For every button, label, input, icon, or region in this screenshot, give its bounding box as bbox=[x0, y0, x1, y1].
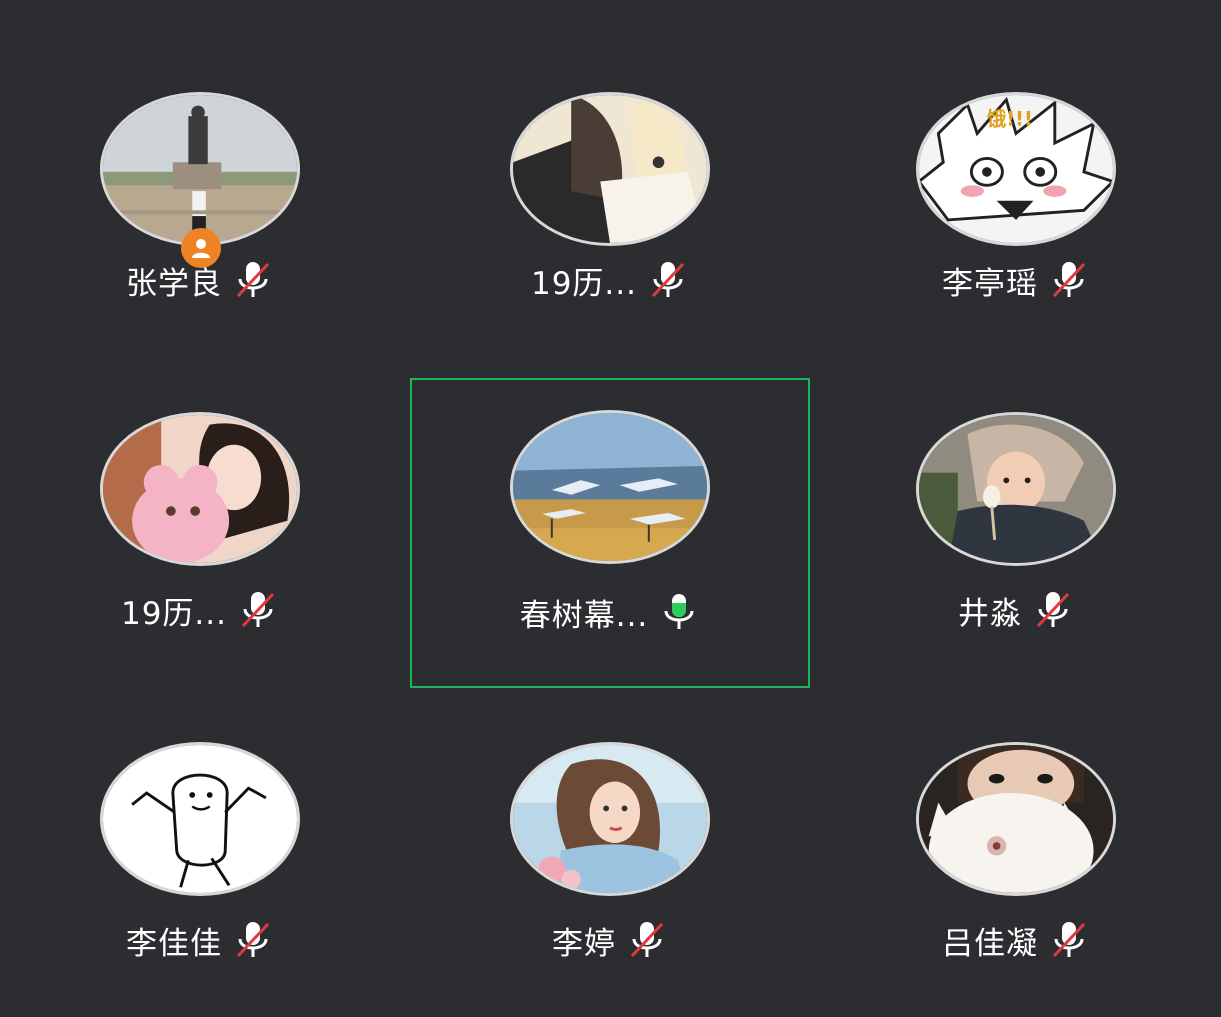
mic-muted-icon[interactable] bbox=[1048, 259, 1090, 301]
participant-label: 张学良 bbox=[0, 258, 400, 302]
participant-tile[interactable]: 张学良 bbox=[0, 60, 400, 370]
participant-name: 吕佳凝 bbox=[942, 925, 1038, 962]
avatar[interactable] bbox=[100, 742, 300, 896]
participant-label: 井淼 bbox=[816, 588, 1216, 632]
mic-muted-icon[interactable] bbox=[237, 589, 279, 631]
participant-label: 19历... bbox=[0, 588, 400, 632]
participant-label: 19历... bbox=[410, 258, 810, 302]
mic-muted-icon[interactable] bbox=[647, 259, 689, 301]
participant-tile[interactable]: 19历... bbox=[410, 60, 810, 370]
participant-name: 张学良 bbox=[126, 265, 222, 302]
participant-tile[interactable]: 李佳佳 bbox=[0, 710, 400, 1017]
participant-tile[interactable]: 饿!!! 李亭瑶 bbox=[816, 60, 1216, 370]
participant-name: 19历... bbox=[120, 595, 227, 632]
participant-tile[interactable]: 李婷 bbox=[410, 710, 810, 1017]
participant-name: 李佳佳 bbox=[126, 925, 222, 962]
avatar[interactable] bbox=[916, 742, 1116, 896]
mic-muted-icon[interactable] bbox=[232, 919, 274, 961]
participant-label: 李佳佳 bbox=[0, 918, 400, 962]
participant-tile[interactable]: 19历... bbox=[0, 380, 400, 690]
mic-muted-icon[interactable] bbox=[626, 919, 668, 961]
avatar[interactable] bbox=[100, 92, 300, 246]
avatar[interactable] bbox=[510, 92, 710, 246]
participant-name: 春树幕... bbox=[519, 597, 649, 634]
participant-tile[interactable]: 吕佳凝 bbox=[816, 710, 1216, 1017]
avatar[interactable] bbox=[510, 742, 710, 896]
avatar[interactable]: 饿!!! bbox=[916, 92, 1116, 246]
avatar[interactable] bbox=[510, 410, 710, 564]
participant-label: 李婷 bbox=[410, 918, 810, 962]
avatar[interactable] bbox=[100, 412, 300, 566]
participant-grid: 张学良 19历... 饿!!! 李亭瑶 19历... 春树幕... 井淼 李佳佳… bbox=[0, 0, 1221, 1017]
mic-speaking-icon[interactable] bbox=[658, 591, 700, 633]
participant-tile[interactable]: 井淼 bbox=[816, 380, 1216, 690]
participant-label: 春树幕... bbox=[412, 590, 808, 634]
participant-name: 李亭瑶 bbox=[942, 265, 1038, 302]
mic-muted-icon[interactable] bbox=[1048, 919, 1090, 961]
host-person-icon bbox=[192, 239, 210, 258]
participant-name: 19历... bbox=[530, 265, 637, 302]
mic-muted-icon[interactable] bbox=[1032, 589, 1074, 631]
participant-label: 李亭瑶 bbox=[816, 258, 1216, 302]
avatar-text: 饿!!! bbox=[986, 108, 1033, 131]
participant-label: 吕佳凝 bbox=[816, 918, 1216, 962]
participant-name: 井淼 bbox=[958, 595, 1022, 632]
participant-name: 李婷 bbox=[552, 925, 616, 962]
participant-tile-active[interactable]: 春树幕... bbox=[410, 378, 810, 688]
avatar[interactable] bbox=[916, 412, 1116, 566]
mic-muted-icon[interactable] bbox=[232, 259, 274, 301]
